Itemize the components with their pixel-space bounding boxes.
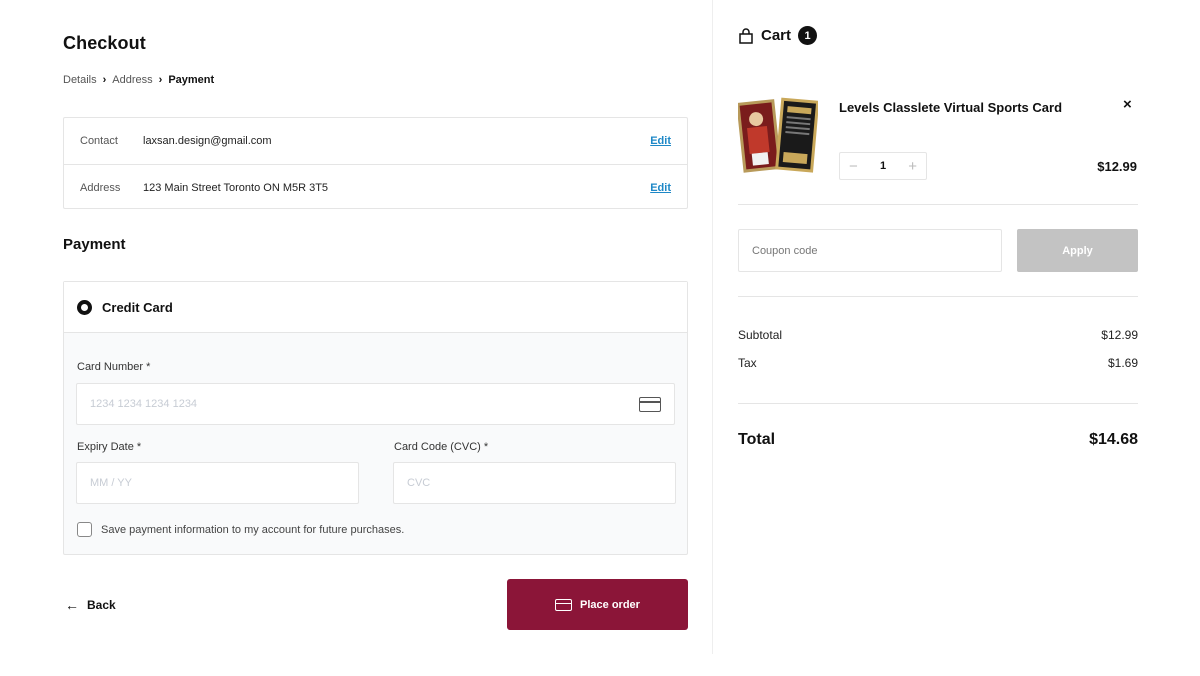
place-order-label: Place order (580, 598, 640, 611)
cvc-placeholder: CVC (407, 477, 431, 489)
tax-label: Tax (738, 356, 757, 370)
divider (738, 403, 1138, 404)
save-payment-checkbox[interactable] (77, 522, 92, 537)
credit-card-radio[interactable] (77, 299, 92, 315)
payment-box: Credit Card Card Number * 1234 1234 1234… (63, 281, 688, 555)
summary-box: Contact laxsan.design@gmail.com Edit Add… (63, 117, 688, 209)
plus-icon[interactable]: + (908, 158, 917, 175)
quantity-stepper[interactable]: − 1 + (839, 152, 927, 180)
breadcrumb-payment: Payment (168, 74, 215, 86)
panel-divider (712, 0, 713, 654)
total-row: Total $14.68 (738, 431, 1138, 449)
back-button[interactable]: ← Back (65, 597, 116, 613)
edit-address-link[interactable]: Edit (650, 182, 671, 194)
save-payment-row[interactable]: Save payment information to my account f… (77, 522, 404, 537)
credit-card-option[interactable]: Credit Card (64, 282, 687, 333)
page-title: Checkout (63, 33, 146, 53)
contact-value: laxsan.design@gmail.com (143, 135, 272, 147)
contact-label: Contact (80, 135, 118, 147)
breadcrumb: Details › Address › Payment (63, 74, 214, 86)
cvc-label: Card Code (CVC) * (394, 441, 489, 453)
credit-card-label: Credit Card (102, 299, 173, 315)
cart-count-badge: 1 (798, 26, 818, 45)
card-number-placeholder: 1234 1234 1234 1234 (90, 398, 198, 410)
place-order-button[interactable]: Place order (507, 579, 688, 630)
chevron-right-icon: › (102, 74, 107, 86)
expiry-label: Expiry Date * (77, 441, 142, 453)
contact-row: Contact laxsan.design@gmail.com Edit (64, 118, 687, 164)
cart-title: Cart (761, 27, 792, 44)
divider (738, 204, 1138, 205)
address-value: 123 Main Street Toronto ON M5R 3T5 (143, 181, 329, 194)
close-icon[interactable]: × (1123, 96, 1132, 113)
credit-card-icon (639, 397, 661, 412)
apply-coupon-button[interactable]: Apply (1017, 229, 1138, 272)
tax-row: Tax $1.69 (738, 356, 1138, 370)
expiry-placeholder: MM / YY (90, 477, 132, 489)
subtotal-row: Subtotal $12.99 (738, 328, 1138, 342)
edit-contact-link[interactable]: Edit (650, 135, 671, 147)
shopping-bag-icon (739, 27, 753, 44)
payment-heading: Payment (63, 236, 126, 253)
card-number-label: Card Number * (77, 361, 151, 373)
checkout-panel: Checkout Details › Address › Payment Con… (63, 0, 688, 676)
coupon-input[interactable] (738, 229, 1002, 272)
arrow-left-icon: ← (65, 597, 79, 613)
card-number-input[interactable]: 1234 1234 1234 1234 (76, 383, 675, 425)
quantity-value: 1 (879, 160, 887, 172)
minus-icon[interactable]: − (849, 158, 858, 175)
address-label: Address (80, 181, 121, 194)
product-price: $12.99 (1097, 159, 1137, 174)
product-name: Levels Classlete Virtual Sports Card (839, 100, 1063, 115)
product-thumbnail (738, 97, 818, 173)
subtotal-value: $12.99 (1101, 328, 1138, 342)
chevron-right-icon: › (158, 74, 163, 86)
back-label: Back (87, 598, 116, 612)
total-value: $14.68 (1089, 431, 1138, 448)
cart-header: Cart 1 (738, 26, 818, 45)
expiry-input[interactable]: MM / YY (76, 462, 359, 504)
divider (738, 296, 1138, 297)
save-payment-label: Save payment information to my account f… (101, 523, 405, 536)
subtotal-label: Subtotal (738, 328, 783, 342)
breadcrumb-address[interactable]: Address (112, 74, 152, 86)
address-row: Address 123 Main Street Toronto ON M5R 3… (64, 164, 687, 210)
total-label: Total (738, 431, 776, 448)
breadcrumb-details[interactable]: Details (63, 74, 97, 86)
cvc-input[interactable]: CVC (393, 462, 676, 504)
cart-panel: Cart 1 Levels Classlete Virtual Sports C… (738, 0, 1138, 676)
tax-value: $1.69 (1107, 356, 1138, 370)
credit-card-icon (555, 598, 573, 611)
